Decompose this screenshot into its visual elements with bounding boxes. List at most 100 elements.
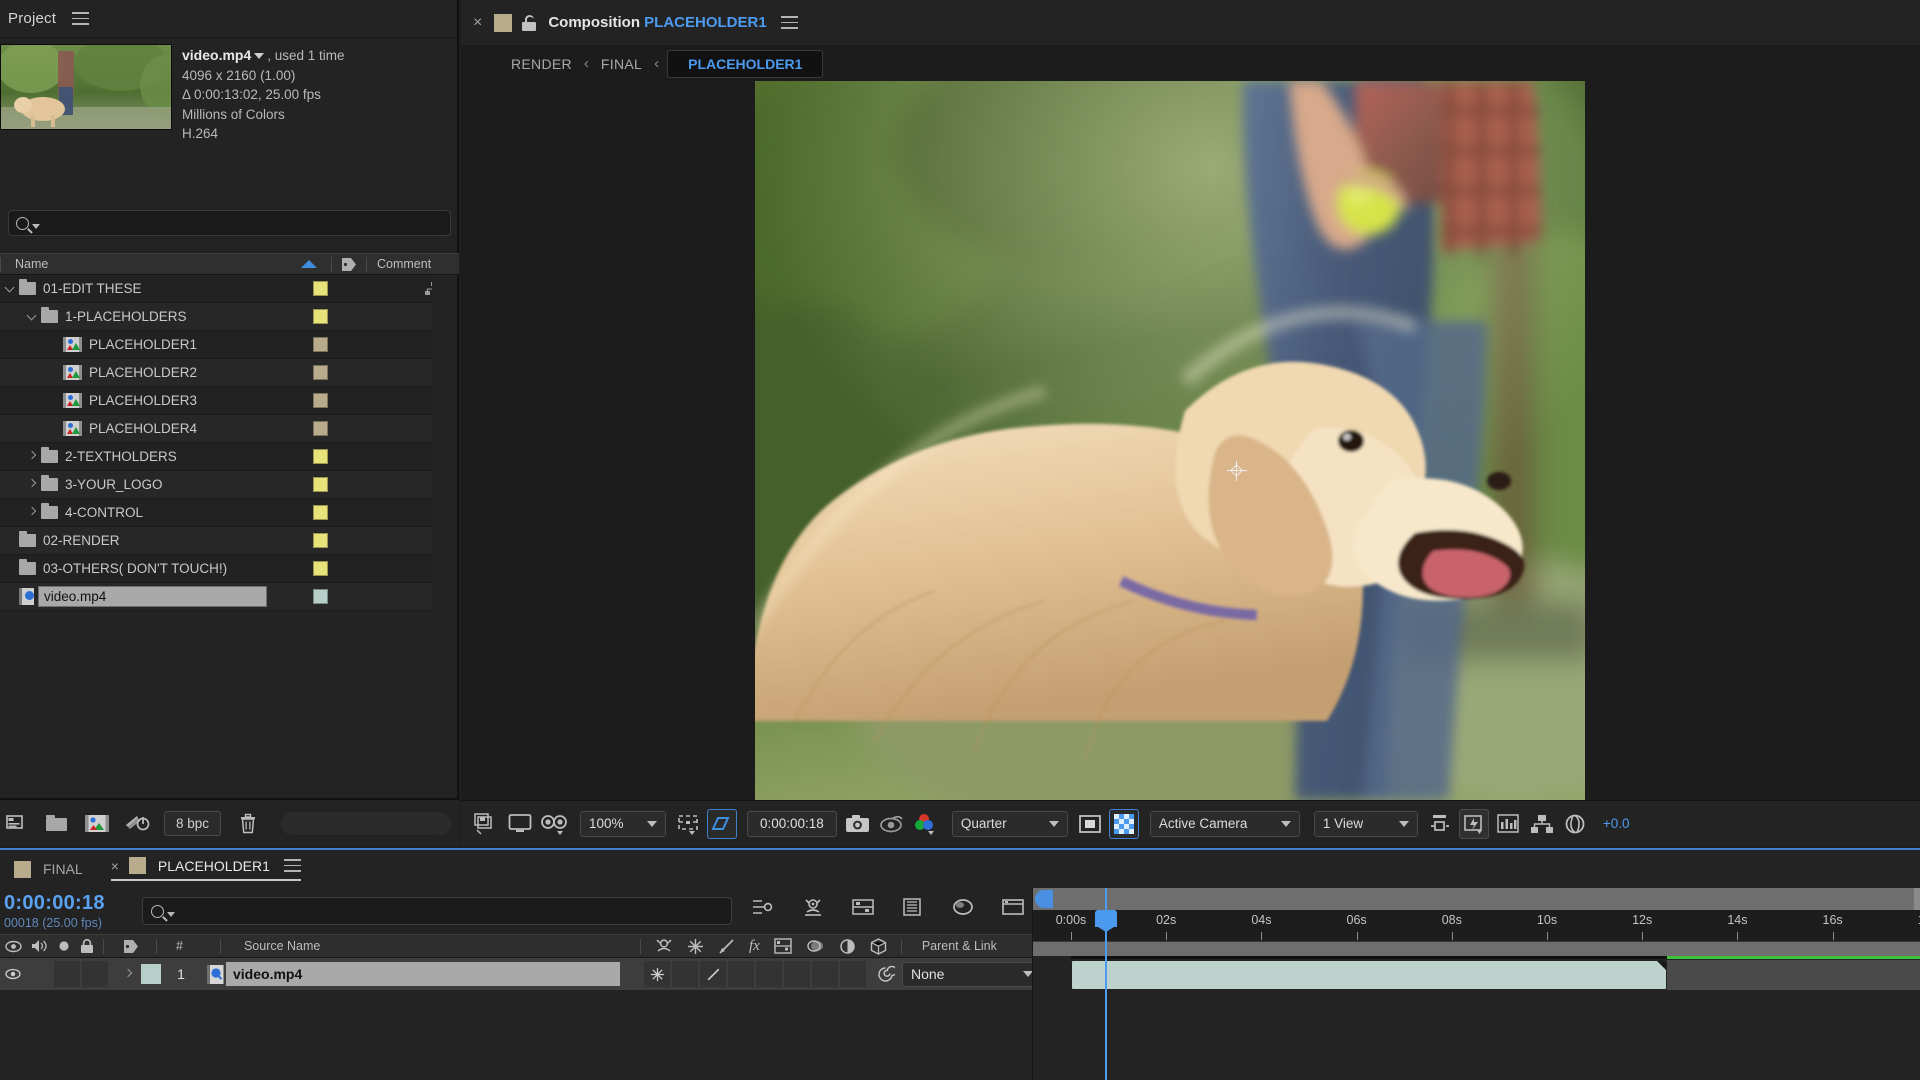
breadcrumb-item-final[interactable]: FINAL bbox=[591, 56, 652, 72]
project-item-row[interactable]: 4-CONTROL bbox=[0, 499, 432, 527]
lock-icon[interactable] bbox=[522, 14, 537, 31]
3d-layer-icon[interactable] bbox=[870, 937, 887, 955]
sort-ascending-icon[interactable] bbox=[301, 260, 317, 268]
project-item-row[interactable]: PLACEHOLDER4 bbox=[0, 415, 432, 443]
timeline-workarea-bar[interactable] bbox=[1033, 942, 1920, 956]
motion-blur-icon[interactable] bbox=[806, 938, 825, 954]
new-folder-icon[interactable] bbox=[44, 811, 70, 835]
bit-depth-button[interactable]: 8 bpc bbox=[164, 810, 222, 836]
always-preview-icon[interactable] bbox=[471, 809, 501, 839]
navigator-start-handle[interactable] bbox=[1035, 890, 1053, 908]
timeline-graph-icon[interactable] bbox=[1493, 809, 1523, 839]
channel-icon[interactable] bbox=[911, 809, 941, 839]
composition-canvas[interactable] bbox=[754, 81, 1585, 800]
composition-viewer[interactable] bbox=[461, 81, 1920, 800]
view-layout-select[interactable]: 1 View bbox=[1313, 810, 1418, 837]
layer-effects-toggle[interactable] bbox=[728, 961, 754, 987]
layer-name[interactable]: video.mp4 bbox=[226, 962, 620, 986]
color-depth-icon[interactable] bbox=[124, 811, 150, 835]
3d-glasses-icon[interactable] bbox=[539, 809, 569, 839]
label-color-swatch[interactable] bbox=[313, 393, 328, 408]
project-item-label[interactable]: PLACEHOLDER3 bbox=[89, 393, 197, 408]
show-snapshot-icon[interactable] bbox=[877, 809, 907, 839]
project-item-row[interactable]: PLACEHOLDER1 bbox=[0, 331, 432, 359]
project-link-icon[interactable] bbox=[425, 281, 432, 296]
twisty-right-icon[interactable] bbox=[26, 450, 39, 463]
effects-icon[interactable]: fx bbox=[749, 938, 760, 955]
toggle-transparency-grid-icon[interactable] bbox=[1108, 808, 1139, 839]
timeline-panel-menu-icon[interactable] bbox=[283, 859, 301, 872]
project-item-row[interactable]: video.mp4 bbox=[0, 583, 432, 611]
fast-previews-icon[interactable] bbox=[1458, 808, 1489, 839]
label-color-swatch[interactable] bbox=[313, 589, 328, 604]
timeline-ruler[interactable]: 0:00s02s04s06s08s10s12s14s16s18s bbox=[1033, 910, 1920, 942]
project-item-label[interactable]: 01-EDIT THESE bbox=[43, 281, 142, 296]
label-color-swatch[interactable] bbox=[313, 309, 328, 324]
project-item-label[interactable]: 2-TEXTHOLDERS bbox=[65, 449, 177, 464]
project-item-label[interactable]: PLACEHOLDER2 bbox=[89, 365, 197, 380]
footage-dropdown-icon[interactable] bbox=[254, 52, 265, 59]
timeline-track-area[interactable]: 0:00s02s04s06s08s10s12s14s16s18s bbox=[1032, 888, 1920, 1080]
project-panel-menu-icon[interactable] bbox=[72, 12, 90, 25]
project-item-label[interactable]: PLACEHOLDER1 bbox=[89, 337, 197, 352]
composition-panel-menu-icon[interactable] bbox=[780, 16, 798, 29]
column-comment[interactable]: Comment bbox=[367, 257, 459, 271]
layer-video-toggle[interactable] bbox=[0, 968, 26, 980]
label-color-swatch[interactable] bbox=[313, 281, 328, 296]
exposure-value[interactable]: +0.0 bbox=[1603, 816, 1630, 831]
composition-mini-flowchart-icon[interactable] bbox=[750, 894, 776, 920]
anchor-point-icon[interactable] bbox=[1226, 460, 1247, 481]
view-camera-select[interactable]: Active Camera bbox=[1149, 810, 1300, 837]
zoom-level-select[interactable]: 100% bbox=[580, 810, 666, 837]
project-item-row[interactable]: 3-YOUR_LOGO bbox=[0, 471, 432, 499]
timeline-tab-final[interactable]: FINAL bbox=[14, 860, 83, 878]
project-item-row[interactable]: PLACEHOLDER3 bbox=[0, 387, 432, 415]
label-color-swatch[interactable] bbox=[313, 477, 328, 492]
project-item-row[interactable]: 02-RENDER bbox=[0, 527, 432, 555]
render-flowchart-icon[interactable] bbox=[1527, 809, 1557, 839]
project-item-label[interactable]: 1-PLACEHOLDERS bbox=[65, 309, 187, 324]
project-item-label[interactable]: 03-OTHERS( DON'T TOUCH!) bbox=[43, 561, 227, 576]
project-settings-icon[interactable] bbox=[84, 811, 110, 835]
layer-shy-toggle[interactable] bbox=[672, 961, 698, 987]
twisty-down-icon[interactable] bbox=[26, 310, 39, 323]
project-item-row[interactable]: 1-PLACEHOLDERS bbox=[0, 303, 432, 331]
layer-adjustment-toggle[interactable] bbox=[812, 961, 838, 987]
project-item-label[interactable]: 02-RENDER bbox=[43, 533, 120, 548]
frame-blend-icon[interactable] bbox=[774, 938, 792, 954]
solo-icon[interactable] bbox=[57, 939, 71, 953]
render-queue-icon[interactable] bbox=[1000, 894, 1026, 920]
transparency-grid-icon[interactable] bbox=[707, 808, 737, 839]
close-icon[interactable]: × bbox=[473, 14, 482, 32]
column-label[interactable] bbox=[332, 257, 366, 272]
audio-speaker-icon[interactable] bbox=[31, 939, 48, 953]
layer-collapse-toggle[interactable] bbox=[644, 961, 670, 987]
project-footer-search[interactable] bbox=[281, 811, 451, 835]
project-item-row[interactable]: 03-OTHERS( DON'T TOUCH!) bbox=[0, 555, 432, 583]
layer-clip-bar[interactable] bbox=[1071, 960, 1667, 990]
timeline-navigator-bar[interactable] bbox=[1033, 888, 1920, 910]
layer-frameblend-toggle[interactable] bbox=[756, 961, 782, 987]
current-time-display[interactable]: 0:00:00:18 bbox=[747, 810, 837, 837]
layer-parent-select[interactable]: None bbox=[902, 961, 1042, 987]
layer-label-color[interactable] bbox=[141, 964, 161, 984]
label-color-swatch[interactable] bbox=[313, 533, 328, 548]
layer-lock-toggle[interactable] bbox=[82, 961, 108, 987]
pixel-aspect-correction-icon[interactable] bbox=[1425, 809, 1455, 839]
timeline-tab-placeholder1[interactable]: × PLACEHOLDER1 bbox=[110, 857, 301, 881]
graph-editor-icon[interactable] bbox=[950, 894, 976, 920]
new-composition-icon[interactable] bbox=[4, 811, 30, 835]
project-item-list[interactable]: 01-EDIT THESE 1-PLACEHOLDERS PLACEHOLDER1 P… bbox=[0, 275, 432, 796]
project-item-row[interactable]: PLACEHOLDER2 bbox=[0, 359, 432, 387]
parent-pickwhip-icon[interactable] bbox=[868, 965, 902, 984]
layer-expand-twisty[interactable] bbox=[122, 968, 135, 981]
layer-3d-toggle[interactable] bbox=[840, 961, 866, 987]
shy-icon[interactable] bbox=[655, 938, 673, 954]
project-item-label[interactable]: PLACEHOLDER4 bbox=[89, 421, 197, 436]
snapshot-icon[interactable] bbox=[843, 809, 873, 839]
lock-icon[interactable] bbox=[80, 938, 94, 954]
label-tag-icon[interactable] bbox=[123, 939, 139, 954]
layer-solo-toggle[interactable] bbox=[54, 961, 80, 987]
label-color-swatch[interactable] bbox=[313, 337, 328, 352]
twisty-down-icon[interactable] bbox=[4, 282, 17, 295]
